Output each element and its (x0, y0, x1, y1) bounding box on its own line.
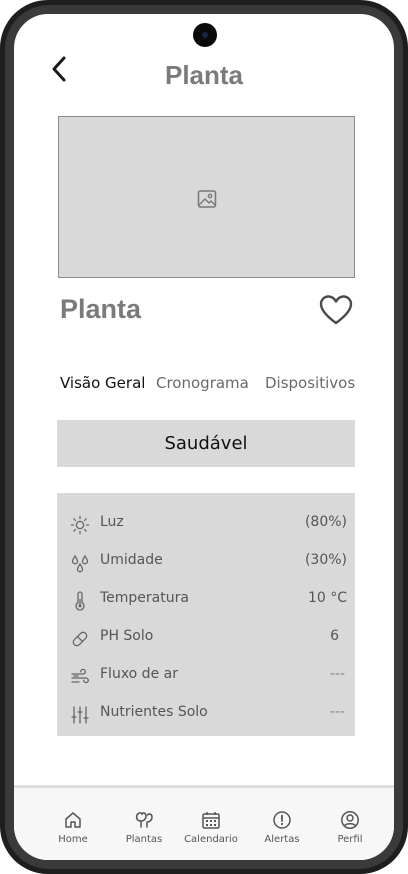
nav-label: Plantas (125, 834, 163, 845)
metric-value: 6 (330, 628, 339, 644)
heart-outline-icon (319, 295, 353, 325)
tab-cronograma[interactable]: Cronograma (156, 374, 249, 392)
metric-row-fluxo-de-ar: Fluxo de ar --- (57, 661, 355, 691)
pill-icon (72, 631, 88, 647)
metric-label: PH Solo (100, 628, 154, 644)
app-screen: Planta Planta Visão Geral Cronograma Dis… (14, 14, 394, 860)
wind-icon (71, 668, 89, 684)
metric-label: Luz (100, 514, 124, 530)
health-status-badge: Saudável (57, 420, 355, 467)
nav-item-plantas[interactable]: Plantas (109, 810, 179, 856)
metric-row-nutrientes-solo: Nutrientes Solo --- (57, 699, 355, 729)
metric-value: (80%) (304, 514, 347, 530)
nav-item-calendario[interactable]: Calendario (176, 810, 246, 856)
plants-icon (135, 812, 153, 828)
nav-item-home[interactable]: Home (38, 810, 108, 856)
humidity-icon (71, 554, 89, 573)
image-placeholder-icon (197, 190, 217, 208)
thermometer-icon (75, 591, 85, 611)
metric-value: --- (329, 704, 345, 720)
plant-name: Planta (60, 294, 142, 324)
sun-icon (70, 515, 90, 535)
metrics-panel: Luz (80%) Umidade (30%) Temperatura 10 °… (57, 493, 355, 736)
metric-value: 10 °C (307, 590, 347, 606)
nav-label: Alertas (264, 834, 300, 845)
nav-label: Home (58, 834, 88, 845)
home-icon (65, 812, 81, 828)
metric-row-temperatura: Temperatura 10 °C (57, 585, 355, 615)
nav-item-alertas[interactable]: Alertas (247, 810, 317, 856)
calendar-icon (202, 812, 220, 829)
page-title: Planta (164, 60, 244, 90)
favorite-button[interactable] (319, 294, 353, 326)
bottom-navigation: Home Plantas Calendario Alertas Perfil (14, 788, 394, 860)
metric-row-luz: Luz (80%) (57, 509, 355, 539)
nav-item-perfil[interactable]: Perfil (315, 810, 385, 856)
tab-bar: Visão Geral Cronograma Dispositivos (14, 374, 394, 398)
tab-visao-geral[interactable]: Visão Geral (60, 374, 145, 392)
metric-label: Nutrientes Solo (100, 704, 208, 720)
metric-label: Temperatura (100, 590, 189, 606)
metric-value: (30%) (304, 552, 347, 568)
sliders-icon (71, 706, 89, 724)
metric-row-umidade: Umidade (30%) (57, 547, 355, 577)
alert-icon (273, 811, 291, 829)
metric-row-ph-solo: PH Solo 6 (57, 623, 355, 653)
metric-value: --- (329, 666, 345, 682)
front-camera (193, 23, 217, 47)
plant-image-placeholder (58, 116, 355, 278)
metric-label: Fluxo de ar (100, 666, 178, 682)
metric-label: Umidade (100, 552, 163, 568)
nav-label: Calendario (184, 834, 238, 845)
tab-dispositivos[interactable]: Dispositivos (265, 374, 355, 392)
profile-icon (341, 811, 359, 829)
nav-label: Perfil (337, 834, 363, 845)
